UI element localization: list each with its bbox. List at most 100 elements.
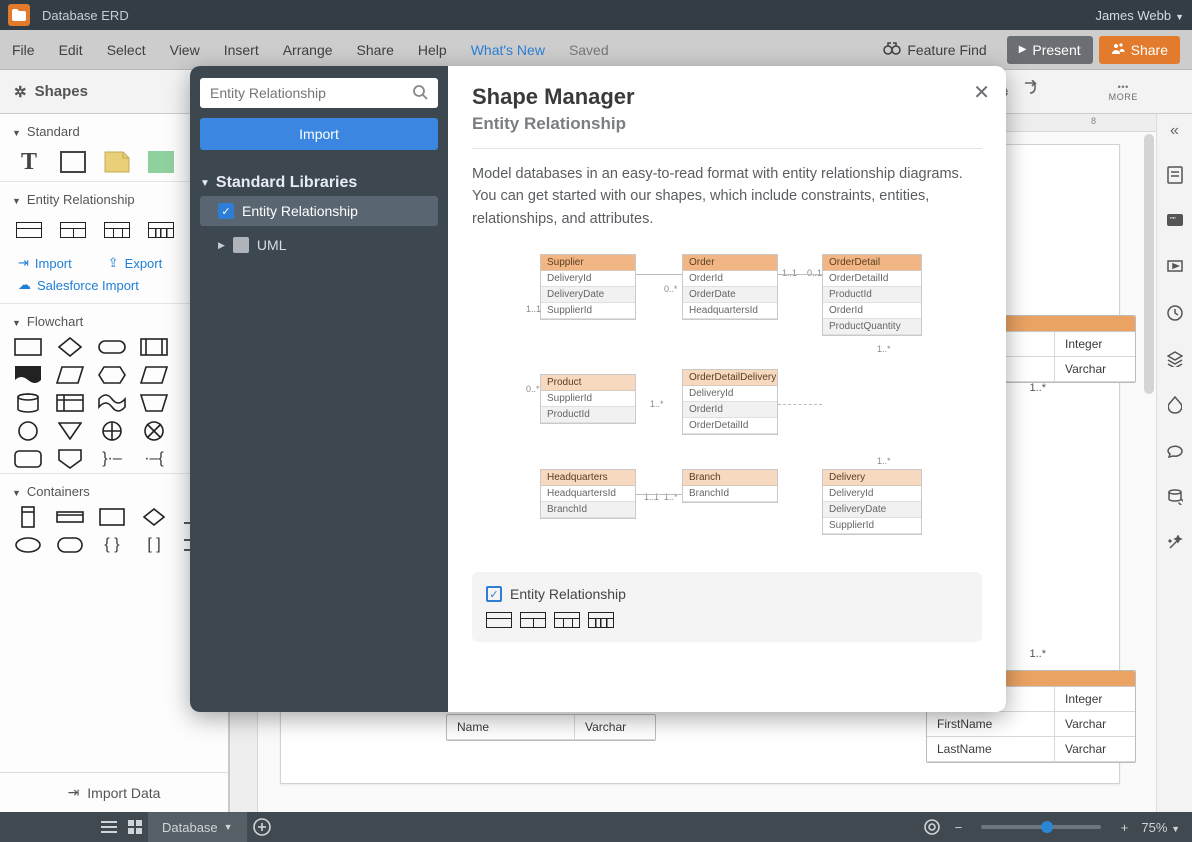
block-shape-icon[interactable] [58, 151, 88, 173]
import-library-button[interactable]: Import [200, 118, 438, 150]
zoom-thumb[interactable] [1041, 821, 1053, 833]
checkbox-unchecked-icon[interactable] [233, 237, 249, 253]
fc-tri-icon[interactable] [56, 421, 84, 441]
magic-panel-icon[interactable] [1164, 532, 1186, 554]
collapse-button[interactable]: « [1170, 122, 1179, 140]
data-panel-icon[interactable] [1164, 394, 1186, 416]
menu-file[interactable]: File [12, 42, 35, 58]
library-search-field[interactable] [200, 78, 438, 108]
er-entity3-icon[interactable] [102, 219, 132, 241]
fc-sum-icon[interactable] [140, 421, 168, 441]
fc-cyl-icon[interactable] [14, 393, 42, 413]
menu-edit[interactable]: Edit [59, 42, 83, 58]
fc-rrect-icon[interactable] [14, 449, 42, 469]
fc-tape-icon[interactable] [98, 393, 126, 413]
menu-insert[interactable]: Insert [224, 42, 259, 58]
doc-panel-icon[interactable] [1164, 164, 1186, 186]
page-tab[interactable]: Database▼ [148, 812, 247, 842]
gear-icon: ✲ [14, 83, 27, 101]
menu-help[interactable]: Help [418, 42, 447, 58]
fc-data-icon[interactable] [56, 365, 84, 385]
fc-brace-icon[interactable]: }·– [98, 449, 126, 469]
modal-subtitle: Entity Relationship [472, 114, 982, 134]
fc-manual-icon[interactable] [140, 393, 168, 413]
ct-diamond-icon[interactable] [140, 507, 168, 527]
layers-panel-icon[interactable] [1164, 348, 1186, 370]
db-panel-icon[interactable] [1164, 486, 1186, 508]
history-panel-icon[interactable] [1164, 302, 1186, 324]
note-shape-icon[interactable] [102, 151, 132, 173]
feature-find-button[interactable]: Feature Find [883, 41, 986, 58]
menu-select[interactable]: Select [107, 42, 146, 58]
fc-shield-icon[interactable] [56, 449, 84, 469]
import-data-button[interactable]: ⇥Import Data [0, 772, 228, 812]
fc-brace2-icon[interactable]: ·–{ [140, 449, 168, 469]
present-panel-icon[interactable] [1164, 256, 1186, 278]
fc-or-icon[interactable] [98, 421, 126, 441]
export-erd-link[interactable]: ⇪Export [108, 255, 162, 271]
close-button[interactable]: ✕ [973, 80, 990, 105]
zoom-in-button[interactable]: + [1111, 814, 1137, 840]
vertical-scrollbar[interactable] [1144, 134, 1154, 394]
comment-panel-icon[interactable]: "" [1164, 210, 1186, 232]
zoom-value: 75% [1141, 820, 1167, 835]
fc-terminator-icon[interactable] [98, 337, 126, 357]
list-view-icon[interactable] [96, 814, 122, 840]
fc-hex-icon[interactable] [98, 365, 126, 385]
fc-diamond-icon[interactable] [56, 337, 84, 357]
share-button[interactable]: Share [1099, 36, 1180, 64]
fc-rect-icon[interactable] [14, 337, 42, 357]
menu-share[interactable]: Share [357, 42, 394, 58]
fc-predef-icon[interactable] [140, 337, 168, 357]
present-button[interactable]: ▶Present [1007, 36, 1093, 64]
ct-rrect-icon[interactable] [56, 535, 84, 555]
er-entity4-icon[interactable] [146, 219, 176, 241]
mini-row: BranchId [683, 486, 777, 502]
redo-icon[interactable] [1024, 80, 1042, 101]
er-shape-preview-icon [588, 612, 614, 628]
mini-row: OrderId [683, 402, 777, 418]
people-icon [1111, 42, 1125, 57]
chat-panel-icon[interactable] [1164, 440, 1186, 462]
canvas-entity[interactable]: NameVarchar [446, 714, 656, 741]
checkbox-checked-icon[interactable]: ✓ [218, 203, 234, 219]
ct-rect-icon[interactable] [98, 507, 126, 527]
tree-item-uml[interactable]: ▶ UML [200, 230, 438, 260]
er-entity2-icon[interactable] [58, 219, 88, 241]
present-label: Present [1032, 42, 1080, 58]
import-erd-link[interactable]: ⇥Import [18, 255, 72, 271]
target-icon[interactable] [919, 814, 945, 840]
search-input[interactable] [210, 85, 412, 101]
fc-internal-icon[interactable] [56, 393, 84, 413]
more-toolbar-button[interactable]: ••• MORE [1109, 82, 1138, 102]
cardinality-label: 1..* [650, 399, 664, 409]
ct-ellipse-icon[interactable] [14, 535, 42, 555]
er-entity1-icon[interactable] [14, 219, 44, 241]
ct-brackets-icon[interactable]: [ ] [140, 535, 168, 555]
fc-circle-icon[interactable] [14, 421, 42, 441]
libraries-tree-header[interactable]: ▼Standard Libraries [200, 174, 438, 192]
menu-arrange[interactable]: Arrange [283, 42, 333, 58]
text-shape-icon[interactable]: T [14, 151, 44, 173]
cell: FirstName [927, 712, 1055, 737]
document-title[interactable]: Database ERD [42, 8, 129, 23]
shapes-panel-toggle[interactable]: ✲ Shapes [0, 70, 200, 113]
ct-braces-icon[interactable]: { } [98, 535, 126, 555]
tree-item-er[interactable]: ✓ Entity Relationship [200, 196, 438, 226]
user-menu[interactable]: James Webb▼ [1095, 8, 1184, 23]
add-page-button[interactable] [247, 818, 277, 836]
grid-view-icon[interactable] [122, 814, 148, 840]
fc-para-icon[interactable] [140, 365, 168, 385]
library-checkbox[interactable]: ✓ [486, 586, 502, 602]
zoom-out-button[interactable]: − [945, 814, 971, 840]
mini-entity-order: Order OrderId OrderDate HeadquartersId [682, 254, 778, 320]
zoom-level[interactable]: 75% ▼ [1141, 820, 1180, 835]
hotspot-shape-icon[interactable] [146, 151, 176, 173]
fc-doc-icon[interactable] [14, 365, 42, 385]
ct-hbox-icon[interactable] [56, 507, 84, 527]
menu-view[interactable]: View [170, 42, 200, 58]
ct-vbox-icon[interactable] [14, 507, 42, 527]
menu-whats-new[interactable]: What's New [471, 42, 545, 58]
zoom-slider[interactable] [981, 825, 1101, 829]
chevron-right-icon: ▶ [218, 240, 225, 251]
